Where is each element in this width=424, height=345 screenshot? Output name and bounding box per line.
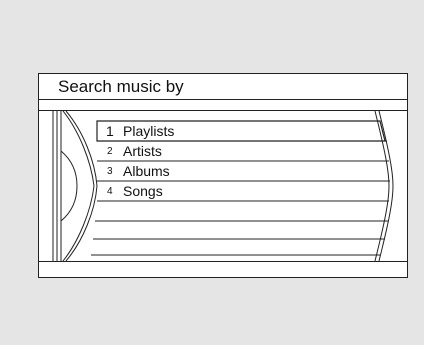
item-number: 3 bbox=[107, 166, 113, 177]
display-screen: Search music by 1 Playlists 2 Artists 3 … bbox=[38, 73, 408, 278]
header-divider-bar bbox=[39, 100, 407, 111]
item-label: Albums bbox=[123, 163, 170, 179]
page-title: Search music by bbox=[58, 77, 184, 96]
list-item[interactable]: 4 Songs bbox=[97, 181, 385, 201]
item-number: 4 bbox=[107, 186, 113, 197]
item-label: Songs bbox=[123, 183, 163, 199]
item-label: Playlists bbox=[123, 123, 175, 139]
left-wheel-icon bbox=[52, 111, 98, 261]
list-item[interactable]: 1 Playlists bbox=[97, 121, 385, 141]
item-number: 2 bbox=[107, 146, 113, 157]
header-bar: Search music by bbox=[39, 74, 407, 100]
list-item[interactable]: 3 Albums bbox=[97, 161, 385, 181]
list-item[interactable]: 2 Artists bbox=[97, 141, 385, 161]
footer-bar bbox=[39, 261, 407, 277]
item-label: Artists bbox=[123, 143, 162, 159]
item-number: 1 bbox=[106, 123, 114, 139]
